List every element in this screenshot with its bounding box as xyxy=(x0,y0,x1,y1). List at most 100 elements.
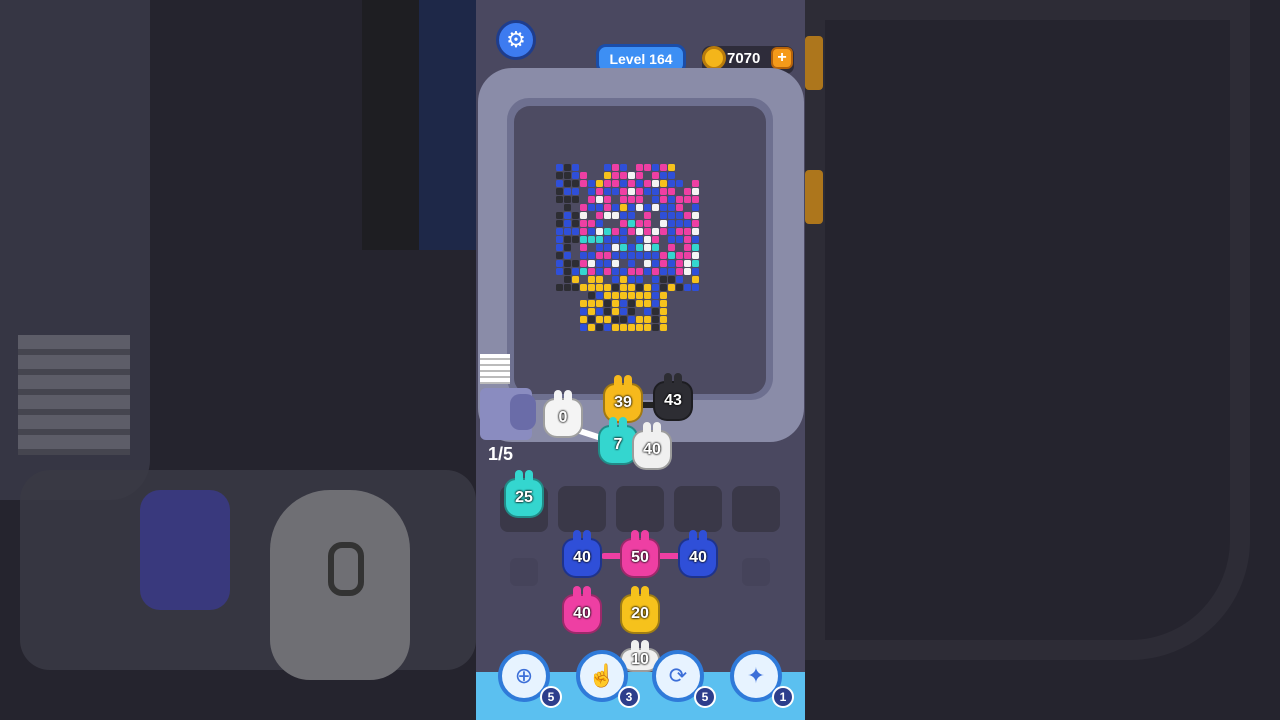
pixel-block xyxy=(660,276,667,283)
pixel-block xyxy=(676,252,683,259)
pixel-block xyxy=(620,180,627,187)
settings-button[interactable]: ⚙ xyxy=(496,20,536,60)
coin-icon xyxy=(702,46,726,70)
pixel-block xyxy=(636,276,643,283)
held-creature[interactable]: 25 xyxy=(504,470,544,518)
pixel-block xyxy=(564,212,571,219)
pixel-block xyxy=(604,244,611,251)
pixel-block xyxy=(660,204,667,211)
pixel-block xyxy=(620,220,627,227)
pixel-block xyxy=(644,284,651,291)
pixel-block xyxy=(684,252,691,259)
pixel-block xyxy=(644,268,651,275)
magnet-count: 1 xyxy=(772,686,794,708)
pixel-block xyxy=(628,324,635,331)
grid-creature[interactable]: 40 xyxy=(562,530,602,578)
pixel-block xyxy=(580,220,587,227)
pixel-block xyxy=(588,252,595,259)
grid-creature[interactable]: 20 xyxy=(620,586,660,634)
exit-stripes xyxy=(480,354,510,384)
pixel-block xyxy=(604,164,611,171)
pixel-block xyxy=(684,220,691,227)
pixel-block xyxy=(692,180,699,187)
pixel-block xyxy=(620,196,627,203)
pixel-block xyxy=(596,308,603,315)
pixel-block xyxy=(612,212,619,219)
pixel-block xyxy=(660,196,667,203)
pixel-block xyxy=(604,204,611,211)
pixel-block xyxy=(628,268,635,275)
pixel-block xyxy=(636,188,643,195)
pixel-block xyxy=(620,324,627,331)
pixel-block xyxy=(660,324,667,331)
pixel-block xyxy=(596,212,603,219)
pixel-block xyxy=(684,188,691,195)
pixel-block xyxy=(684,268,691,275)
pixel-block xyxy=(636,236,643,243)
pixel-block xyxy=(612,236,619,243)
pixel-block xyxy=(636,180,643,187)
pixel-block xyxy=(596,292,603,299)
pixel-block xyxy=(596,268,603,275)
pixel-block xyxy=(612,268,619,275)
belt-creature[interactable]: 40 xyxy=(632,422,672,470)
pixel-block xyxy=(692,204,699,211)
pixel-block xyxy=(580,244,587,251)
pixel-block xyxy=(668,220,675,227)
grid-cell-empty xyxy=(510,558,538,586)
pixel-block xyxy=(580,172,587,179)
pixel-block xyxy=(644,300,651,307)
pixel-block xyxy=(684,260,691,267)
pixel-block xyxy=(604,324,611,331)
add-coins-button[interactable]: + xyxy=(771,47,793,69)
pixel-block xyxy=(668,244,675,251)
pixel-block xyxy=(588,236,595,243)
grid-creature[interactable]: 40 xyxy=(562,586,602,634)
pixel-block xyxy=(620,300,627,307)
pixel-block xyxy=(580,324,587,331)
pixel-block xyxy=(692,188,699,195)
grid-cell-empty xyxy=(742,558,770,586)
pixel-block xyxy=(564,228,571,235)
pixel-block xyxy=(612,300,619,307)
background-track-right xyxy=(805,0,1250,660)
pixel-block xyxy=(644,164,651,171)
pixel-block xyxy=(588,228,595,235)
pixel-block xyxy=(644,220,651,227)
pixel-block xyxy=(556,188,563,195)
pixel-block xyxy=(588,268,595,275)
pixel-block xyxy=(580,252,587,259)
pixel-block xyxy=(692,236,699,243)
pixel-block xyxy=(580,204,587,211)
background-left xyxy=(0,0,476,720)
pixel-block xyxy=(652,300,659,307)
pixel-block xyxy=(668,276,675,283)
pixel-block xyxy=(628,244,635,251)
grid-creature[interactable]: 40 xyxy=(678,530,718,578)
add-slot-count: 5 xyxy=(540,686,562,708)
pixel-block xyxy=(676,196,683,203)
pixel-block xyxy=(564,236,571,243)
pixel-block xyxy=(628,212,635,219)
pixel-block xyxy=(660,260,667,267)
pixel-block xyxy=(636,172,643,179)
pixel-block xyxy=(692,220,699,227)
pixel-block xyxy=(612,252,619,259)
pixel-block xyxy=(580,260,587,267)
grid-creature[interactable]: 50 xyxy=(620,530,660,578)
pixel-block xyxy=(676,260,683,267)
pixel-block xyxy=(556,228,563,235)
pixel-block xyxy=(676,236,683,243)
pixel-block xyxy=(612,244,619,251)
pixel-block xyxy=(692,284,699,291)
pixel-block xyxy=(612,324,619,331)
pixel-block xyxy=(564,252,571,259)
belt-creature[interactable]: 0 xyxy=(543,390,583,438)
pixel-block xyxy=(572,284,579,291)
pixel-block xyxy=(612,188,619,195)
pixel-block xyxy=(652,284,659,291)
pixel-block xyxy=(596,300,603,307)
belt-creature[interactable]: 43 xyxy=(653,373,693,421)
pixel-block xyxy=(676,212,683,219)
pixel-block xyxy=(612,228,619,235)
